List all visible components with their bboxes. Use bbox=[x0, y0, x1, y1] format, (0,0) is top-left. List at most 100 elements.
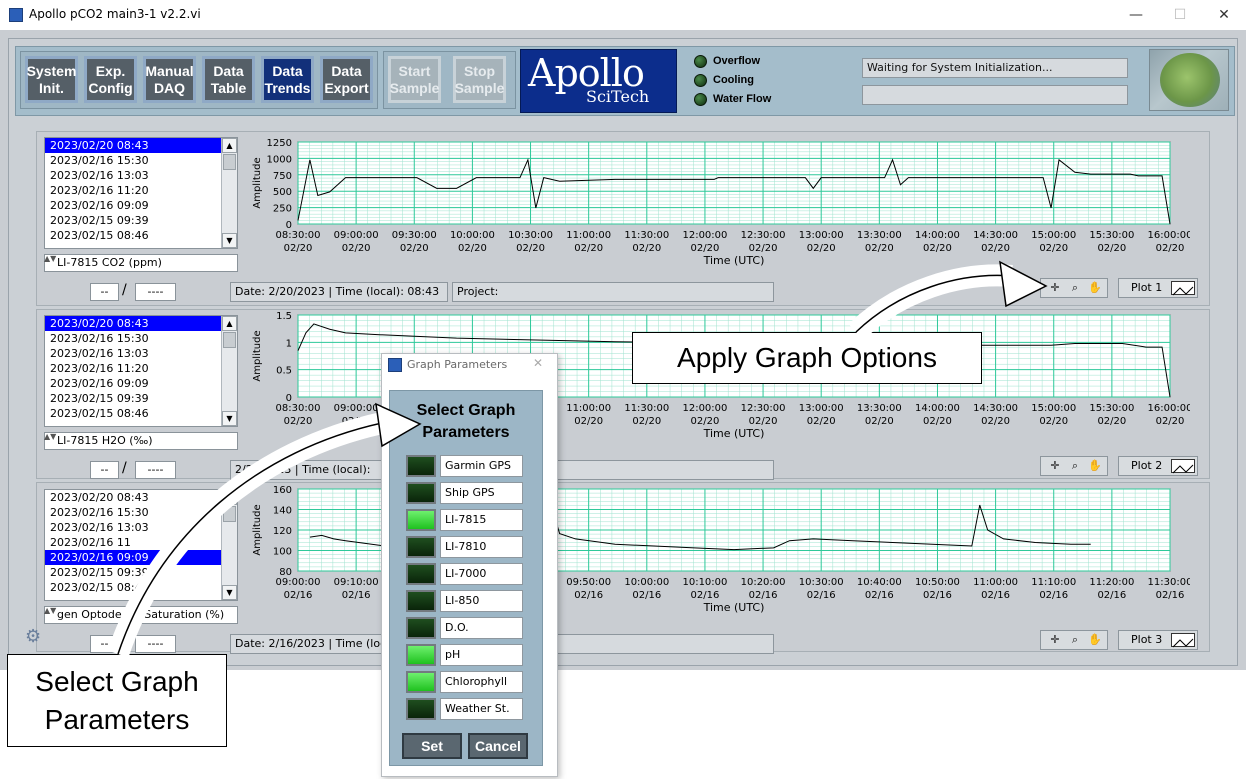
cancel-button[interactable]: Cancel bbox=[468, 733, 528, 759]
pan-hand-icon[interactable]: ✋ bbox=[1087, 281, 1103, 295]
date-list-item[interactable]: 2023/02/16 13:03 bbox=[45, 346, 237, 361]
pan-hand-icon[interactable]: ✋ bbox=[1087, 459, 1103, 473]
date-list-item[interactable]: 2023/02/15 08:46 bbox=[45, 228, 237, 243]
nav-system-init-button[interactable]: System Init. bbox=[25, 56, 78, 103]
option-led-toggle[interactable] bbox=[406, 509, 436, 531]
scrollbar[interactable]: ▲ ▼ bbox=[221, 138, 237, 248]
plot2-field-b[interactable]: ---- bbox=[135, 461, 176, 479]
date-list-item[interactable]: 2023/02/16 15:30 bbox=[45, 505, 237, 520]
x-tick-label: 12:30:00 bbox=[741, 230, 786, 241]
crosshair-icon[interactable]: ✛ bbox=[1047, 633, 1063, 647]
date-list-item[interactable]: 2023/02/20 08:43 bbox=[45, 316, 237, 331]
pan-hand-icon[interactable]: ✋ bbox=[1087, 633, 1103, 647]
plot3-parameter-selector[interactable]: gen Optode O2 Saturation (%) bbox=[44, 606, 238, 624]
plot-line-style-icon[interactable] bbox=[1171, 633, 1195, 648]
date-list-item[interactable]: 2023/02/16 09:09 bbox=[45, 376, 237, 391]
scrollbar[interactable]: ▲ ▼ bbox=[221, 316, 237, 426]
plot3-field-b[interactable]: ---- bbox=[135, 635, 176, 653]
date-list-item[interactable]: 2023/02/15 08:46 bbox=[45, 406, 237, 421]
option-led-toggle[interactable] bbox=[406, 590, 436, 612]
ring-arrows-icon[interactable]: ▲▼ bbox=[44, 432, 56, 450]
minimize-button[interactable]: — bbox=[1114, 2, 1158, 28]
x-tick-date: 02/20 bbox=[749, 416, 778, 427]
option-led-toggle[interactable] bbox=[406, 482, 436, 504]
date-list-item[interactable]: 2023/02/15 09:39 bbox=[45, 565, 237, 580]
ring-arrows-icon[interactable]: ▲▼ bbox=[44, 254, 56, 272]
plot1-field-b[interactable]: ---- bbox=[135, 283, 176, 301]
plot3-field-a[interactable]: -- bbox=[90, 635, 119, 653]
close-button[interactable]: ✕ bbox=[1202, 2, 1246, 28]
zoom-icon[interactable]: ⌕ bbox=[1067, 281, 1083, 295]
date-list-item[interactable]: 2023/02/16 09:09 bbox=[45, 550, 237, 565]
plot-area[interactable] bbox=[297, 141, 1171, 225]
scroll-thumb[interactable] bbox=[223, 332, 236, 348]
y-tick-label: 1.5 bbox=[276, 311, 292, 322]
plot-line-style-icon[interactable] bbox=[1171, 459, 1195, 474]
date-list-item[interactable]: 2023/02/15 09:39 bbox=[45, 213, 237, 228]
option-led-toggle[interactable] bbox=[406, 644, 436, 666]
date-list-item[interactable]: 2023/02/16 13:03 bbox=[45, 520, 237, 535]
scroll-up-icon[interactable]: ▲ bbox=[222, 316, 237, 331]
nav-manual-daq-button[interactable]: Manual DAQ bbox=[143, 56, 196, 103]
plot2-field-a[interactable]: -- bbox=[90, 461, 119, 479]
date-list-item[interactable]: 2023/02/15 09:39 bbox=[45, 391, 237, 406]
plot1-parameter-selector[interactable]: LI-7815 CO2 (ppm) bbox=[44, 254, 238, 272]
date-list-item[interactable]: 2023/02/16 11:20 bbox=[45, 183, 237, 198]
x-tick-label: 12:00:00 bbox=[682, 230, 727, 241]
scroll-up-icon[interactable]: ▲ bbox=[222, 138, 237, 153]
y-tick-label: 0.5 bbox=[276, 366, 292, 377]
y-tick-label: 500 bbox=[273, 187, 292, 198]
nav-data-table-button[interactable]: Data Table bbox=[202, 56, 255, 103]
x-tick-date: 02/16 bbox=[632, 590, 661, 601]
date-list-item[interactable]: 2023/02/16 13:03 bbox=[45, 168, 237, 183]
scroll-thumb[interactable] bbox=[223, 506, 236, 522]
plot-line-style-icon[interactable] bbox=[1171, 281, 1195, 296]
zoom-icon[interactable]: ⌕ bbox=[1067, 459, 1083, 473]
date-list-item[interactable]: 2023/02/16 11 bbox=[45, 535, 237, 550]
plot2-date-list[interactable]: 2023/02/20 08:43 2023/02/16 15:30 2023/02/… bbox=[44, 315, 238, 427]
date-list-item[interactable]: 2023/02/20 08:43 bbox=[45, 490, 237, 505]
date-list-item[interactable]: 2023/02/15 08:46 bbox=[45, 580, 237, 595]
option-label: Chlorophyll bbox=[440, 671, 523, 693]
nav-data-trends-button[interactable]: Data Trends bbox=[261, 56, 314, 103]
plot1-field-a[interactable]: -- bbox=[90, 283, 119, 301]
plot1-graph[interactable]: 08:30:00 02/20 09:00:00 02/20 09:30:00 02/20 1… bbox=[250, 136, 1190, 278]
date-list-item[interactable]: 2023/02/20 08:43 bbox=[45, 138, 237, 153]
option-led-toggle[interactable] bbox=[406, 455, 436, 477]
dialog-close-icon[interactable]: ✕ bbox=[533, 356, 549, 370]
ring-arrows-icon[interactable]: ▲▼ bbox=[44, 606, 56, 624]
scrollbar[interactable]: ▲ ▼ bbox=[221, 490, 237, 600]
set-button[interactable]: Set bbox=[402, 733, 462, 759]
crosshair-icon[interactable]: ✛ bbox=[1047, 459, 1063, 473]
zoom-icon[interactable]: ⌕ bbox=[1067, 633, 1083, 647]
scroll-down-icon[interactable]: ▼ bbox=[222, 411, 237, 426]
plot2-parameter-selector[interactable]: LI-7815 H2O (‰) bbox=[44, 432, 238, 450]
date-list-item[interactable]: 2023/02/16 15:30 bbox=[45, 331, 237, 346]
scroll-down-icon[interactable]: ▼ bbox=[222, 233, 237, 248]
plot1-date-list[interactable]: 2023/02/20 08:43 2023/02/16 15:30 2023/02/… bbox=[44, 137, 238, 249]
x-tick-label: 14:30:00 bbox=[973, 230, 1018, 241]
option-led-toggle[interactable] bbox=[406, 536, 436, 558]
plot3-date-list[interactable]: 2023/02/20 08:43 2023/02/16 15:30 2023/02/… bbox=[44, 489, 238, 601]
date-list-item[interactable]: 2023/02/16 09:09 bbox=[45, 198, 237, 213]
y-tick-label: 750 bbox=[273, 171, 292, 182]
x-tick-label: 14:30:00 bbox=[973, 403, 1018, 414]
date-list-item[interactable]: 2023/02/16 15:30 bbox=[45, 153, 237, 168]
stop-sample-button[interactable]: Stop Sample bbox=[453, 56, 506, 103]
crosshair-icon[interactable]: ✛ bbox=[1047, 281, 1063, 295]
gear-icon[interactable]: ⚙ bbox=[25, 627, 45, 647]
scroll-up-icon[interactable]: ▲ bbox=[222, 490, 237, 505]
option-led-toggle[interactable] bbox=[406, 698, 436, 720]
nav-exp-config-button[interactable]: Exp. Config bbox=[84, 56, 137, 103]
maximize-button[interactable]: ☐ bbox=[1158, 2, 1202, 28]
plot1-svg[interactable]: 08:30:00 02/20 09:00:00 02/20 09:30:00 02/20 1… bbox=[250, 136, 1190, 278]
scroll-thumb[interactable] bbox=[223, 154, 236, 170]
scroll-down-icon[interactable]: ▼ bbox=[222, 585, 237, 600]
start-sample-button[interactable]: Start Sample bbox=[388, 56, 441, 103]
nav-data-export-button[interactable]: Data Export bbox=[320, 56, 373, 103]
option-led-toggle[interactable] bbox=[406, 563, 436, 585]
date-list-item[interactable]: 2023/02/16 11:20 bbox=[45, 361, 237, 376]
x-tick-label: 09:00:00 bbox=[276, 577, 321, 588]
option-led-toggle[interactable] bbox=[406, 617, 436, 639]
option-led-toggle[interactable] bbox=[406, 671, 436, 693]
